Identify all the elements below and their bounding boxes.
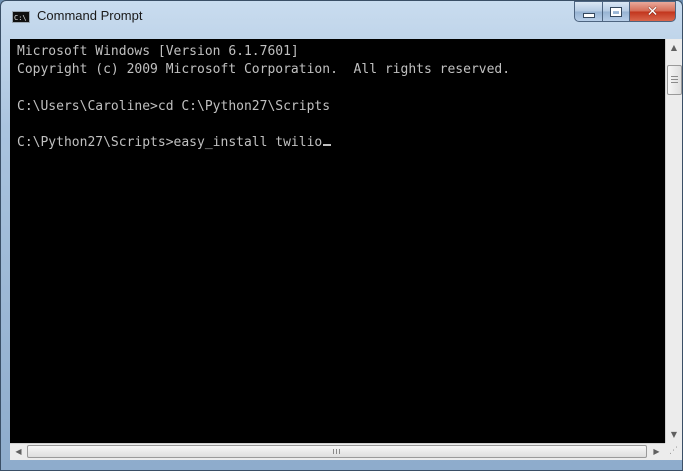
console-output[interactable]: Microsoft Windows [Version 6.1.7601] Cop…	[10, 39, 665, 443]
thumb-grip-line	[671, 76, 678, 77]
command-prompt-window: C:\ Command Prompt ✕ Microsoft Windows […	[0, 0, 683, 471]
thumb-grip-line	[671, 82, 678, 83]
minimize-button[interactable]	[574, 1, 603, 22]
horizontal-scrollbar[interactable]: ◀ ▶	[10, 443, 665, 460]
cmd-app-icon[interactable]: C:\	[12, 11, 30, 23]
text-cursor	[323, 144, 332, 147]
console-line: C:\Users\Caroline>cd C:\Python27\Scripts	[17, 98, 331, 114]
console-input-line[interactable]: C:\Python27\Scripts>easy_install twilio	[17, 135, 322, 150]
close-button[interactable]: ✕	[630, 1, 676, 22]
minimize-icon	[582, 13, 595, 18]
vertical-scrollbar[interactable]: ▲ ▼	[665, 39, 682, 443]
thumb-grip-line	[333, 449, 334, 454]
close-icon: ✕	[646, 3, 659, 20]
thumb-grip-line	[339, 449, 340, 454]
thumb-grip-line	[336, 449, 337, 454]
window-title: Command Prompt	[37, 8, 143, 23]
scroll-right-icon[interactable]: ▶	[648, 444, 665, 460]
resize-grip-icon[interactable]: ⋰	[665, 443, 682, 460]
vertical-scroll-thumb[interactable]	[667, 65, 682, 95]
maximize-icon	[610, 6, 622, 17]
console-text: Microsoft Windows [Version 6.1.7601] Cop…	[10, 39, 665, 153]
console-line: Copyright (c) 2009 Microsoft Corporation…	[17, 62, 511, 78]
title-bar[interactable]: C:\ Command Prompt ✕	[1, 1, 682, 39]
scroll-up-icon[interactable]: ▲	[666, 39, 682, 56]
thumb-grip-line	[671, 79, 678, 80]
console-line: Microsoft Windows [Version 6.1.7601]	[17, 44, 299, 59]
horizontal-scroll-thumb[interactable]	[27, 445, 647, 458]
caption-buttons: ✕	[574, 1, 676, 23]
scroll-left-icon[interactable]: ◀	[10, 444, 27, 460]
scroll-down-icon[interactable]: ▼	[666, 426, 682, 443]
maximize-button[interactable]	[603, 1, 630, 22]
